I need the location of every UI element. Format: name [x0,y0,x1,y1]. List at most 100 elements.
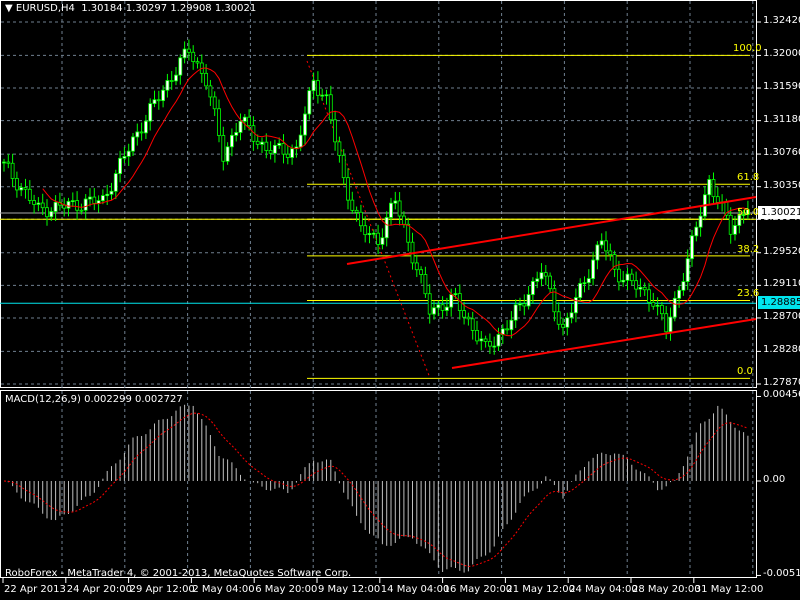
candle-body [444,306,449,311]
candle-body [298,134,303,148]
candle-body [341,154,346,179]
candle-body [401,215,406,225]
candle-body [350,199,355,211]
time-label: 28 May 20:00 [632,584,701,595]
candle-body [634,280,638,290]
candle-body [586,278,591,284]
candle-body [483,338,488,342]
candle-body [264,141,269,151]
candle-body [655,304,660,307]
candle-body [27,188,32,201]
candle-body [70,200,75,202]
candle-body [320,94,325,97]
candle-body [75,200,79,211]
candle-body [449,294,454,308]
candle-body [660,304,664,315]
candle-body [113,173,118,192]
candle-body [625,273,630,281]
candle-body [432,307,436,315]
candle-body [496,334,501,347]
candle-body [548,275,552,290]
candle-body [88,196,92,200]
candle-body [642,286,647,291]
candle-body [677,289,681,299]
candle-body [333,119,338,143]
candle-body [711,179,716,198]
candle-body [191,51,196,62]
candle-body [225,146,230,162]
candle-body [664,313,669,333]
candle-body [285,153,290,158]
candle-body [156,99,161,102]
candle-body [728,214,733,235]
candle-body [384,217,389,239]
macd-title: MACD(12,26,9) 0.002299 0.002727 [5,394,183,405]
candle-body [617,268,621,283]
price-chart[interactable] [0,0,800,600]
candle-body [621,279,626,283]
dropdown-triangle-icon[interactable]: ▼ [5,3,16,14]
time-label: 21 May 12:00 [506,584,575,595]
candle-body [423,274,428,295]
candle-body [376,232,381,245]
candle-body [169,80,174,82]
candle-body [152,99,157,105]
candle-body [707,179,712,196]
candle-body [604,240,608,252]
candle-body [247,116,252,127]
candle-body [92,196,97,204]
candle-body [414,262,419,271]
candle-body [10,162,15,179]
candle-body [505,328,510,331]
candle-body [277,143,282,146]
candle-body [475,330,479,342]
candle-body [685,258,690,283]
candle-body [694,226,699,237]
macd-axis-label: 0.004569 [763,389,800,401]
candle-body [561,323,565,328]
price-label: 1.32000 [763,48,800,60]
candle-body [2,161,6,164]
candle-body [281,143,286,155]
candle-body [419,269,424,275]
time-label: 24 May 04:00 [569,584,638,595]
price-label: 1.31590 [763,81,800,93]
time-label: 29 Apr 12:00 [129,584,195,595]
candle-body [599,240,604,246]
candle-body [543,272,548,277]
candle-body [6,161,11,164]
candle-body [242,116,247,122]
candle-body [569,312,574,319]
candle-body [195,61,200,64]
line-price-tag: 1.28885 [758,296,800,310]
candle-body [681,281,686,291]
candle-body [668,316,673,333]
candle-body [565,317,570,328]
candle-body [148,103,153,122]
macd-axis-label: 0.00 [763,474,786,485]
candle-body [40,202,45,209]
candle-body [49,211,54,218]
candle-body [229,134,234,148]
candle-body [101,195,105,202]
candle-body [234,132,239,136]
candle-body [487,341,492,347]
candle-body [268,150,273,154]
candle-body [178,57,183,76]
candle-body [690,235,694,260]
candle-body [651,301,656,307]
candle-body [638,286,643,290]
candle-body [582,282,587,285]
candle-body [608,250,613,256]
candle-body [509,319,514,331]
candle-body [118,157,122,175]
candle-body [406,223,411,243]
candle-body [66,201,71,209]
candle-body [522,303,527,307]
candle-body [470,318,475,331]
candle-body [427,293,432,315]
candle-body [182,48,187,59]
candle-body [380,237,385,245]
candle-body [328,94,333,121]
candle-body [83,198,88,211]
